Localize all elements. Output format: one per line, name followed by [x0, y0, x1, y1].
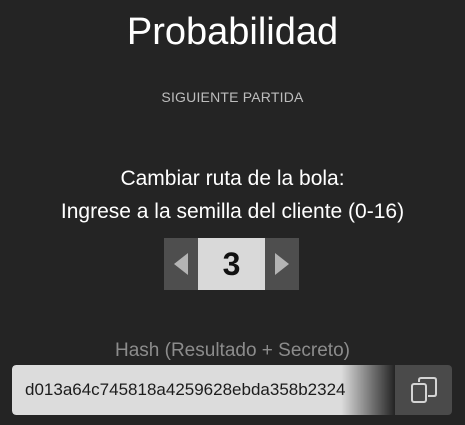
client-seed-stepper: 3 — [164, 238, 299, 290]
increment-button[interactable] — [265, 238, 299, 290]
page-title: Probabilidad — [126, 11, 339, 53]
copy-icon — [410, 377, 437, 403]
client-seed-instruction: Ingrese a la semilla del cliente (0-16) — [60, 200, 405, 223]
decrement-button[interactable] — [164, 238, 198, 290]
copy-button[interactable] — [395, 365, 452, 415]
hash-field-row — [12, 365, 452, 415]
hash-input[interactable] — [12, 365, 395, 415]
hash-label: Hash (Resultado + Secreto) — [115, 340, 350, 361]
triangle-left-icon — [174, 253, 188, 275]
next-game-label: SIGUIENTE PARTIDA — [161, 89, 304, 105]
change-ball-path-label: Cambiar ruta de la bola: — [120, 167, 345, 190]
triangle-right-icon — [275, 253, 289, 275]
seed-value: 3 — [198, 238, 265, 290]
